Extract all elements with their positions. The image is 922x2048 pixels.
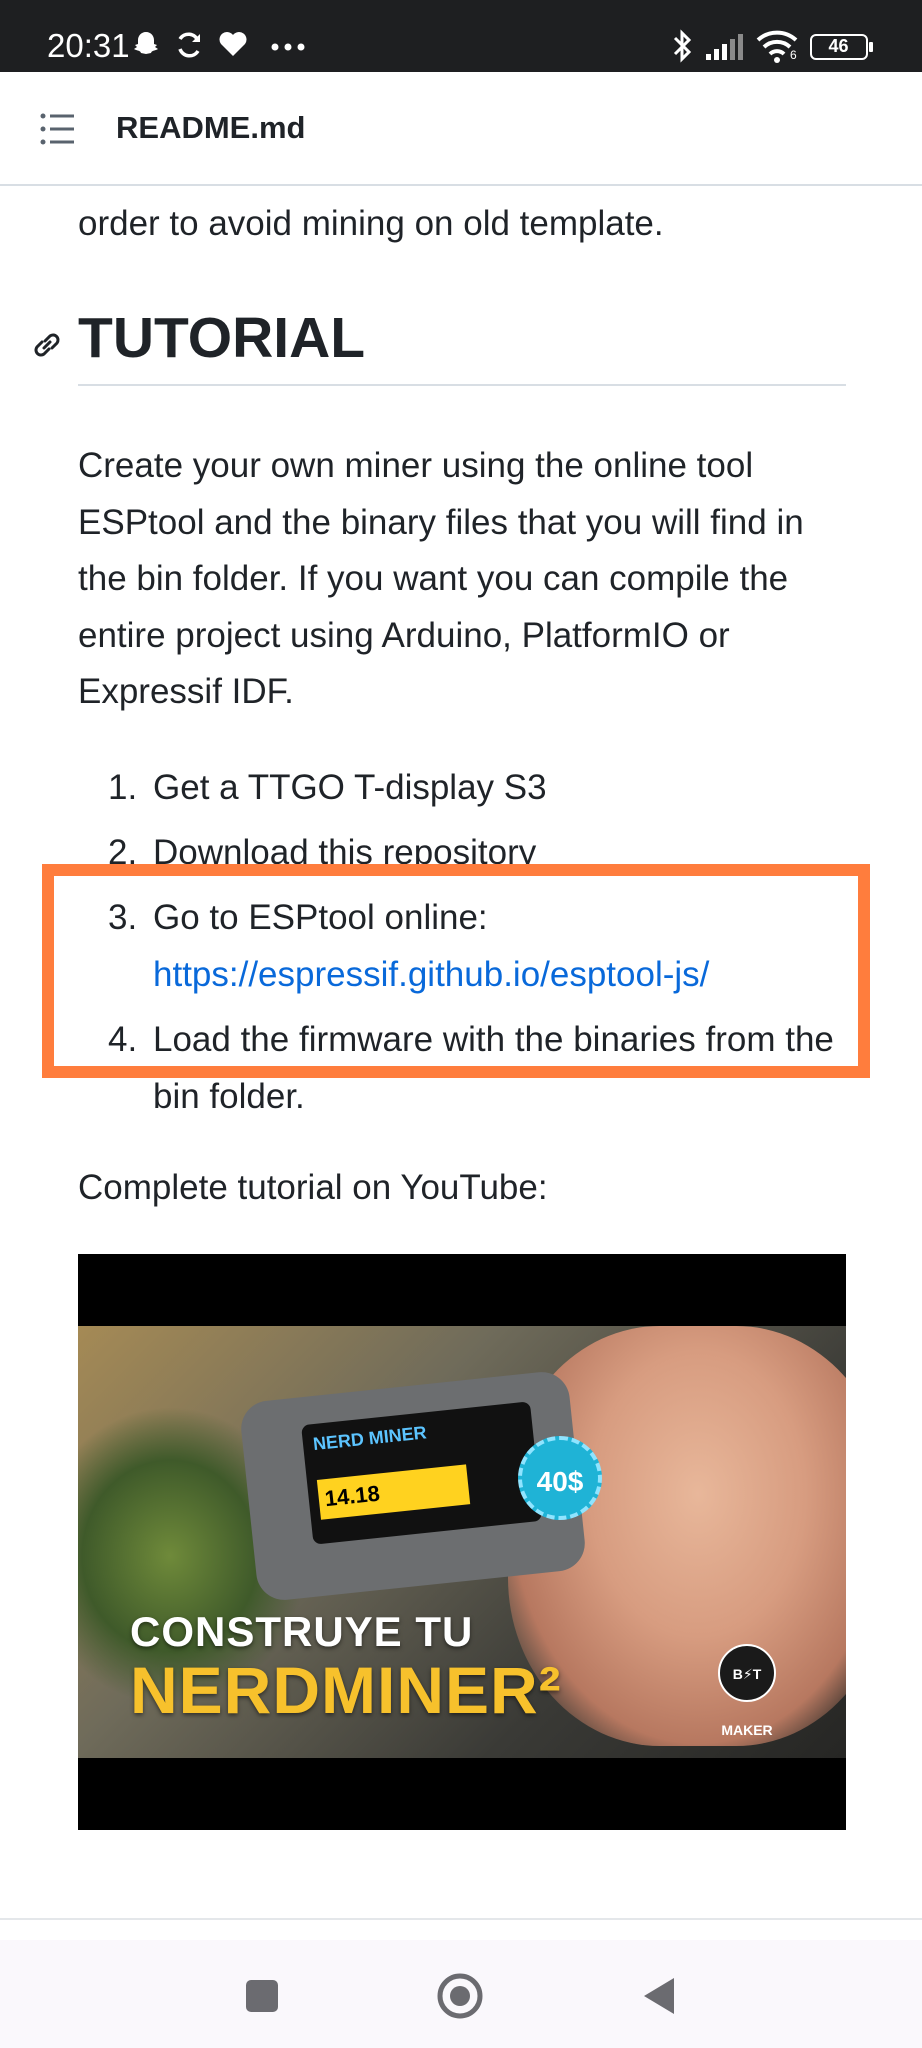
list-icon[interactable] (40, 112, 76, 146)
list-item: 1. Get a TTGO T-display S3 (108, 768, 547, 807)
youtube-video-thumbnail[interactable]: NERD MINER 14.18 40$ CONSTRUYE TU NERDMI… (78, 1254, 846, 1830)
video-title-line1: CONSTRUYE TU (130, 1608, 474, 1655)
sync-icon (178, 32, 200, 58)
snapchat-icon (134, 32, 158, 54)
recents-button[interactable] (238, 1972, 286, 2020)
channel-badge: B⚡T MAKER (718, 1644, 776, 1738)
battery-tip (869, 42, 873, 52)
file-title: README.md (116, 110, 306, 145)
battery-indicator: 46 (810, 34, 868, 60)
app-header: README.md (0, 72, 922, 186)
video-image: NERD MINER 14.18 40$ CONSTRUYE TU NERDMI… (78, 1326, 846, 1758)
youtube-label: Complete tutorial on YouTube: (78, 1168, 548, 1207)
link-icon[interactable] (30, 328, 64, 362)
screen-label: NERD MINER (312, 1422, 428, 1455)
back-button[interactable] (636, 1972, 684, 2020)
bluetooth-icon (673, 29, 692, 63)
price-badge: 40$ (518, 1436, 602, 1520)
highlight-box (42, 864, 870, 1078)
bottom-divider (0, 1918, 922, 1920)
wifi-label: 6 (790, 48, 797, 62)
screen-value: 14.18 (316, 1464, 471, 1520)
heading-text: TUTORIAL (78, 306, 366, 370)
step-text: Get a TTGO T-display S3 (153, 768, 547, 807)
system-nav-bar (0, 1940, 922, 2048)
previous-paragraph-end: order to avoid mining on old template. (78, 204, 664, 243)
video-title-line2: NERDMINER² (130, 1653, 562, 1727)
battery-level: 46 (828, 36, 849, 56)
heart-icon (219, 32, 247, 56)
home-button[interactable] (436, 1972, 484, 2020)
signal-icon (706, 34, 743, 60)
tutorial-heading: TUTORIAL (34, 306, 846, 386)
tutorial-paragraph: Create your own miner using the online t… (78, 446, 804, 711)
status-time: 20:31 (47, 27, 130, 64)
device-screen: NERD MINER 14.18 (301, 1401, 543, 1545)
more-dots-icon (271, 43, 305, 51)
status-bar: 20:31 6 46 (0, 0, 922, 72)
